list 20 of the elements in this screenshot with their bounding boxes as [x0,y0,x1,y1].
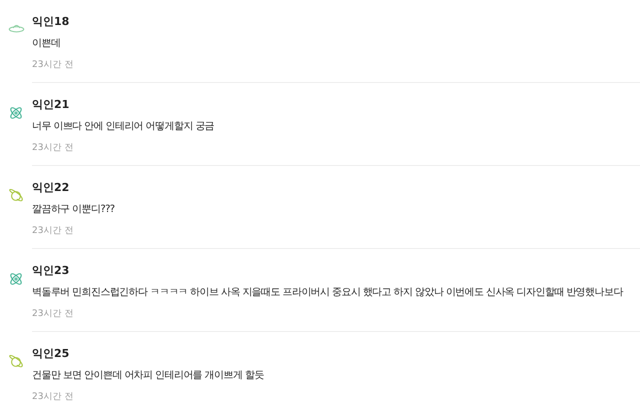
comment-author: 익인23 [32,263,70,278]
ufo-icon [8,22,24,34]
comment-text: 깔끔하구 이뿐디??? [32,203,115,217]
comment-time: 23시간 전 [32,225,74,237]
comment-author: 익인22 [32,180,70,195]
planet-icon [8,188,24,204]
comment-text: 이쁜데 [32,37,60,51]
comment-author: 익인25 [32,346,70,361]
comment-text: 너무 이쁘다 안에 인테리어 어떻게할지 궁금 [32,120,214,134]
comment-time: 23시간 전 [32,59,74,71]
comment-time: 23시간 전 [32,391,74,403]
comment-author: 익인21 [32,97,70,112]
comment-author: 익인18 [32,14,70,29]
planet-icon [8,354,24,370]
comment-time: 23시간 전 [32,142,74,154]
atom-icon [8,105,24,121]
comment-text: 벽돌루버 민희진스럽긴하다 ㅋㅋㅋㅋ 하이브 사옥 지을때도 프라이버시 중요시 했다고 하지 않았나 이번에도 신사옥 디자인할때 반영했나보다 [32,286,623,300]
atom-icon [8,271,24,287]
comment-time: 23시간 전 [32,308,74,320]
comment-text: 건물만 보면 안이쁜데 어차피 인테리어를 개이쁘게 할듯 [32,369,264,383]
